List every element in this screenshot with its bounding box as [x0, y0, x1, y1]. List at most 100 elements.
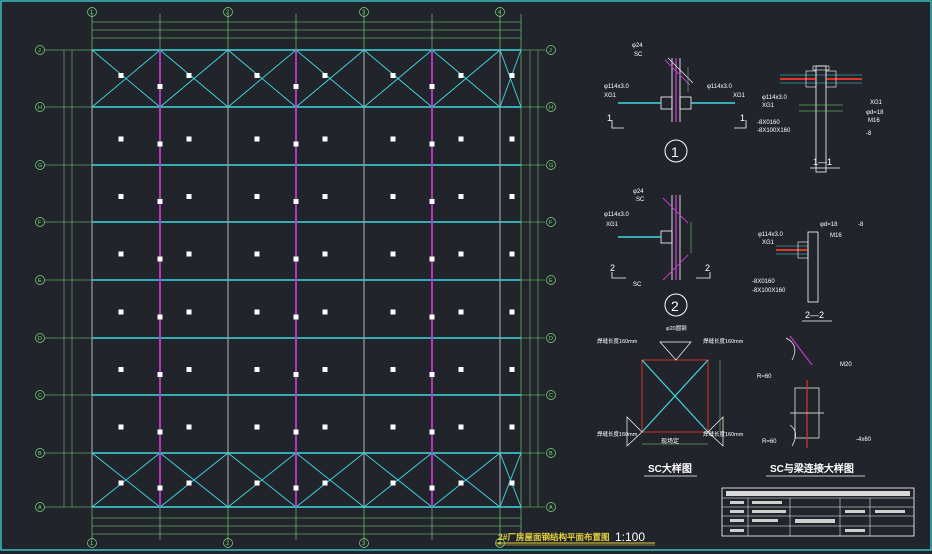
marker-beam	[293, 314, 299, 320]
marker-7-6	[509, 480, 515, 486]
detail-2: φ24 SC φ114x3.0 XG1 SC 2 2 2	[604, 189, 711, 317]
scb-r2: R=60	[762, 439, 777, 445]
d1-circle: 1	[671, 144, 679, 160]
marker-beam	[293, 199, 299, 204]
marker-4-2	[254, 309, 260, 315]
sc-note-tl: 焊缝长度160mm	[597, 337, 638, 345]
marker-0-2	[254, 73, 260, 78]
plan-title: 2#厂房屋面钢结构平面布置图	[498, 532, 609, 542]
marker-0-1	[186, 73, 192, 78]
marker-4-3	[322, 309, 328, 315]
d2-xg1: XG1	[606, 222, 619, 228]
d11-plate2: -8X100X160	[757, 128, 791, 134]
d2-sc2: SC	[633, 282, 642, 288]
marker-beam	[429, 485, 435, 491]
marker-7-3	[322, 480, 328, 486]
marker-beam	[157, 199, 163, 204]
axis-label-bottom-2: 2	[226, 541, 230, 547]
d1-xg1-r: XG1	[733, 93, 746, 99]
marker-4-0	[118, 309, 124, 315]
axis-label-top-4: 4	[498, 10, 502, 16]
axis-label-right-D: D	[549, 336, 553, 342]
marker-beam	[157, 429, 163, 435]
scb-plate: -4x60	[856, 437, 872, 443]
roof-bracing	[91, 49, 522, 508]
d2-pipe: φ114x3.0	[604, 212, 629, 218]
marker-beam	[157, 141, 163, 147]
axis-label-left-F: F	[38, 220, 42, 226]
sc-note-bottom: 现场定	[661, 437, 679, 445]
marker-beam	[429, 314, 435, 320]
d11-title: 1—1	[813, 157, 832, 167]
marker-beam	[429, 199, 435, 204]
marker-1-3	[322, 136, 328, 142]
marker-1-6	[509, 136, 515, 142]
d11-b: -8	[866, 131, 872, 137]
sc-note-top: φ20圆钢	[666, 324, 687, 332]
marker-5-4	[390, 367, 396, 372]
marker-2-1	[186, 194, 192, 199]
d1-sec-r: 1	[740, 113, 745, 123]
marker-2-4	[390, 194, 396, 199]
marker-2-6	[509, 194, 515, 199]
d22-plate1: -8X0160	[752, 279, 775, 285]
marker-6-6	[509, 424, 515, 430]
axis-label-bottom-3: 3	[362, 541, 366, 547]
axis-label-right-A: A	[549, 505, 553, 511]
d1-xg1-l: XG1	[604, 93, 617, 99]
marker-2-2	[254, 194, 260, 199]
marker-beam	[157, 84, 163, 89]
marker-beam	[157, 256, 163, 262]
marker-5-3	[322, 367, 328, 372]
d2-d24: φ24	[633, 189, 644, 195]
marker-1-1	[186, 136, 192, 142]
marker-2-3	[322, 194, 328, 199]
tie-beams	[91, 50, 501, 507]
axis-label-right-H: H	[549, 105, 553, 111]
marker-0-5	[458, 73, 464, 78]
marker-6-0	[118, 424, 124, 430]
scb-m20: M20	[840, 362, 852, 368]
axis-label-left-H: H	[38, 105, 42, 111]
scb-r1: R=60	[757, 374, 772, 380]
marker-3-1	[186, 251, 192, 257]
marker-4-6	[509, 309, 515, 315]
title-block	[721, 487, 915, 537]
marker-3-4	[390, 251, 396, 257]
d22-xg1: XG1	[762, 240, 775, 246]
d11-xg1: XG1	[762, 103, 775, 109]
axis-label-top-2: 2	[226, 10, 230, 16]
axis-label-bottom-1: 1	[90, 541, 94, 547]
axis-label-left-A: A	[38, 505, 42, 511]
marker-beam	[429, 84, 435, 89]
scb-title: SC与梁连接大样图	[770, 462, 854, 475]
marker-5-2	[254, 367, 260, 372]
marker-6-5	[458, 424, 464, 430]
marker-7-4	[390, 480, 396, 486]
d22-m16: M16	[830, 233, 842, 239]
sc-note-br: 焊缝长度160mm	[703, 430, 744, 438]
marker-3-5	[458, 251, 464, 257]
d2-circle: 2	[671, 298, 679, 314]
marker-1-0	[118, 136, 124, 142]
marker-beam	[293, 429, 299, 435]
axis-label-right-C: C	[549, 393, 553, 399]
marker-6-4	[390, 424, 396, 430]
d1-sec-l: 1	[607, 113, 612, 123]
axis-label-left-B: B	[38, 451, 42, 457]
d22-pipe: φ114x3.0	[758, 232, 783, 238]
marker-6-2	[254, 424, 260, 430]
d22-sd: φd=18	[820, 222, 838, 228]
marker-0-0	[118, 73, 124, 78]
d22-plate2: -8X100X160	[752, 288, 786, 294]
d11-sd: φd=18	[866, 110, 884, 116]
marker-7-5	[458, 480, 464, 486]
marker-6-1	[186, 424, 192, 430]
marker-beam	[429, 429, 435, 435]
marker-3-3	[322, 251, 328, 257]
marker-beam	[157, 372, 163, 377]
axis-label-top-1: 1	[90, 10, 94, 16]
marker-0-4	[390, 73, 396, 78]
d2-sec-l: 2	[610, 263, 615, 273]
d11-plate1: -8X0160	[757, 120, 780, 126]
